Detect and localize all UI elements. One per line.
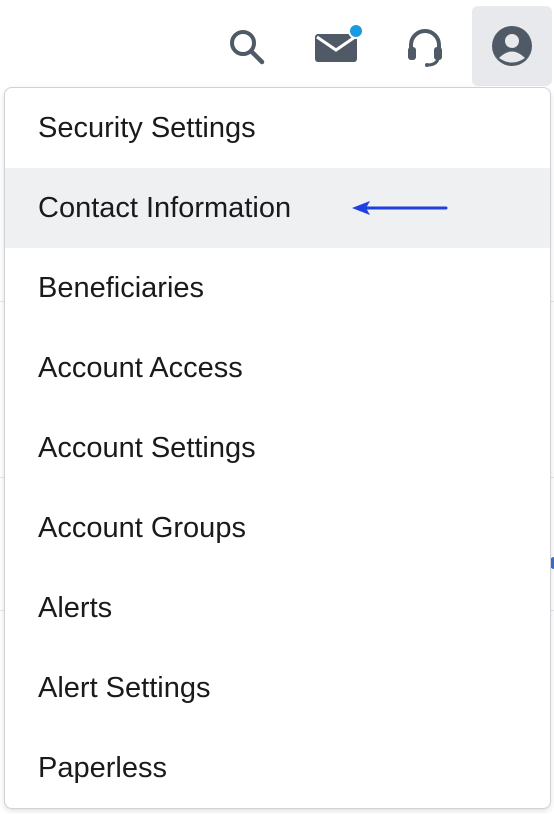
user-profile-icon — [492, 26, 532, 66]
support-button[interactable] — [385, 8, 465, 86]
search-icon — [230, 30, 265, 65]
menu-item-alerts[interactable]: Alerts — [5, 568, 550, 648]
menu-item-alert-settings[interactable]: Alert Settings — [5, 648, 550, 728]
menu-item-label: Contact Information — [38, 191, 292, 224]
top-navigation-bar — [0, 0, 554, 88]
menu-item-paperless[interactable]: Paperless — [5, 728, 550, 808]
messages-button[interactable] — [296, 8, 376, 86]
notification-badge — [348, 23, 364, 39]
left-arrow-icon — [352, 201, 448, 215]
headset-icon — [408, 29, 442, 67]
menu-item-account-groups[interactable]: Account Groups — [5, 488, 550, 568]
profile-menu-button[interactable] — [472, 6, 552, 86]
menu-item-account-settings[interactable]: Account Settings — [5, 408, 550, 488]
menu-item-security-settings[interactable]: Security Settings — [5, 88, 550, 168]
menu-item-beneficiaries[interactable]: Beneficiaries — [5, 248, 550, 328]
profile-dropdown-menu: Security Settings Contact Information Be… — [4, 87, 551, 809]
menu-item-account-access[interactable]: Account Access — [5, 328, 550, 408]
search-button[interactable] — [207, 8, 287, 86]
menu-item-contact-information[interactable]: Contact Information — [5, 168, 550, 248]
